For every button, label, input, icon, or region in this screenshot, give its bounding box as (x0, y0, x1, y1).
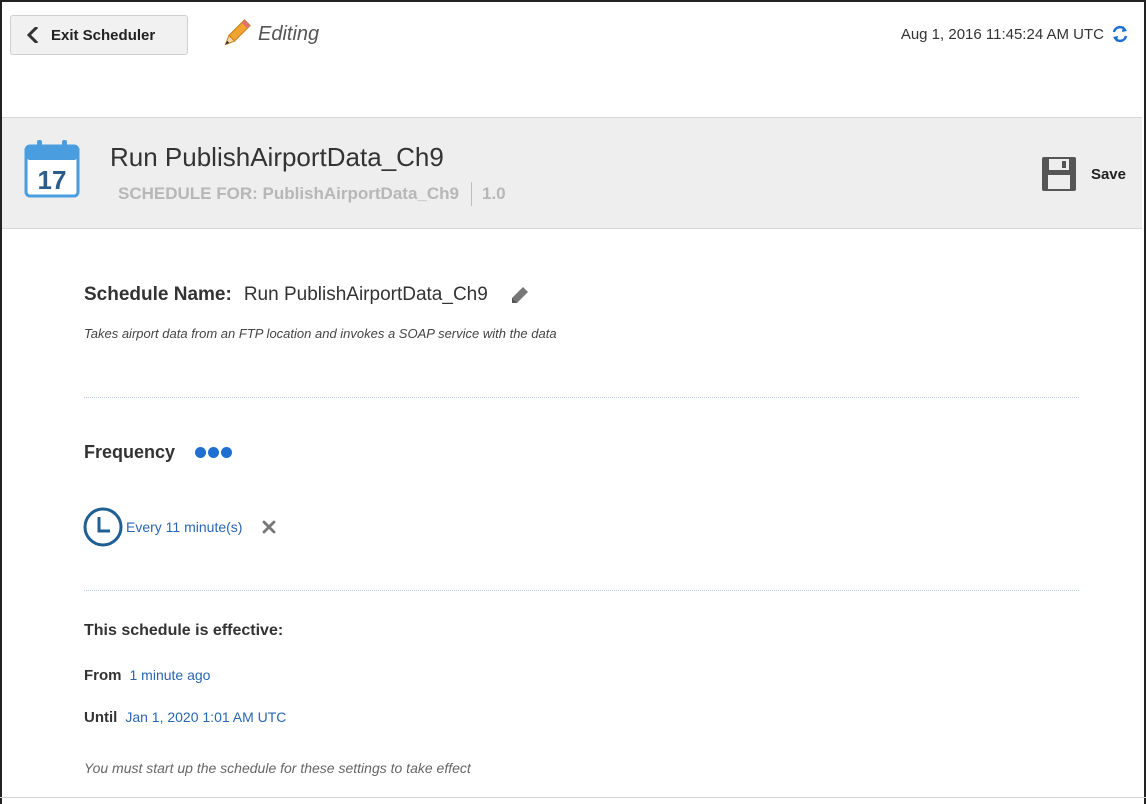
from-value-link[interactable]: 1 minute ago (130, 667, 211, 683)
editing-indicator: Editing (218, 16, 319, 52)
edit-pencil-icon[interactable] (510, 285, 530, 305)
editing-label: Editing (258, 22, 320, 45)
current-timestamp: Aug 1, 2016 11:45:24 AM UTC (900, 26, 1104, 43)
save-button[interactable]: Save (1041, 156, 1126, 192)
section-divider (84, 397, 1079, 398)
from-label: From (84, 667, 122, 684)
exit-scheduler-button[interactable]: Exit Scheduler (10, 15, 188, 55)
section-divider (84, 590, 1079, 591)
version-label: 1.0 (481, 184, 506, 203)
schedule-for-line: SCHEDULE FOR: PublishAirportData_Ch9 1.0 (118, 182, 506, 206)
frequency-value-link[interactable]: Every 11 minute(s) (126, 519, 242, 535)
version-separator (470, 182, 472, 206)
frequency-label: Frequency (84, 442, 176, 462)
calendar-icon: 17 (24, 140, 80, 198)
pencil-icon (224, 19, 251, 46)
frequency-row: Frequency (84, 442, 234, 463)
exit-scheduler-label: Exit Scheduler (51, 26, 156, 44)
effective-until-row: Until Jan 1, 2020 1:01 AM UTC (84, 709, 286, 726)
refresh-icon[interactable] (1110, 24, 1130, 44)
top-bar: Exit Scheduler Editing Aug 1, 2016 11:45… (2, 2, 1142, 62)
bottom-divider (0, 797, 1146, 798)
calendar-day: 17 (38, 165, 67, 195)
clock-icon (83, 507, 123, 547)
schedule-description: Takes airport data from an FTP location … (84, 326, 557, 341)
remove-x-icon[interactable] (262, 520, 276, 534)
schedule-name-value: Run PublishAirportData_Ch9 (243, 284, 488, 305)
until-label: Until (84, 709, 118, 726)
effective-from-row: From 1 minute ago (84, 667, 210, 684)
more-dots-icon[interactable] (195, 447, 234, 458)
schedule-header: 17 Run PublishAirportData_Ch9 SCHEDULE F… (2, 117, 1142, 229)
schedule-name-row: Schedule Name: Run PublishAirportData_Ch… (84, 284, 530, 306)
effective-title: This schedule is effective: (84, 622, 284, 639)
until-value-link[interactable]: Jan 1, 2020 1:01 AM UTC (125, 709, 286, 725)
schedule-for-label: SCHEDULE FOR: PublishAirportData_Ch9 (118, 184, 459, 203)
save-disk-icon (1041, 157, 1076, 191)
schedule-content: Schedule Name: Run PublishAirportData_Ch… (0, 230, 1146, 804)
frequency-item: Every 11 minute(s) (82, 506, 276, 548)
schedule-name-label: Schedule Name: (84, 284, 232, 305)
chevron-left-icon (26, 27, 39, 43)
page-title: Run PublishAirportData_Ch9 (110, 142, 444, 172)
effective-note: You must start up the schedule for these… (84, 760, 471, 776)
save-label: Save (1090, 165, 1126, 183)
